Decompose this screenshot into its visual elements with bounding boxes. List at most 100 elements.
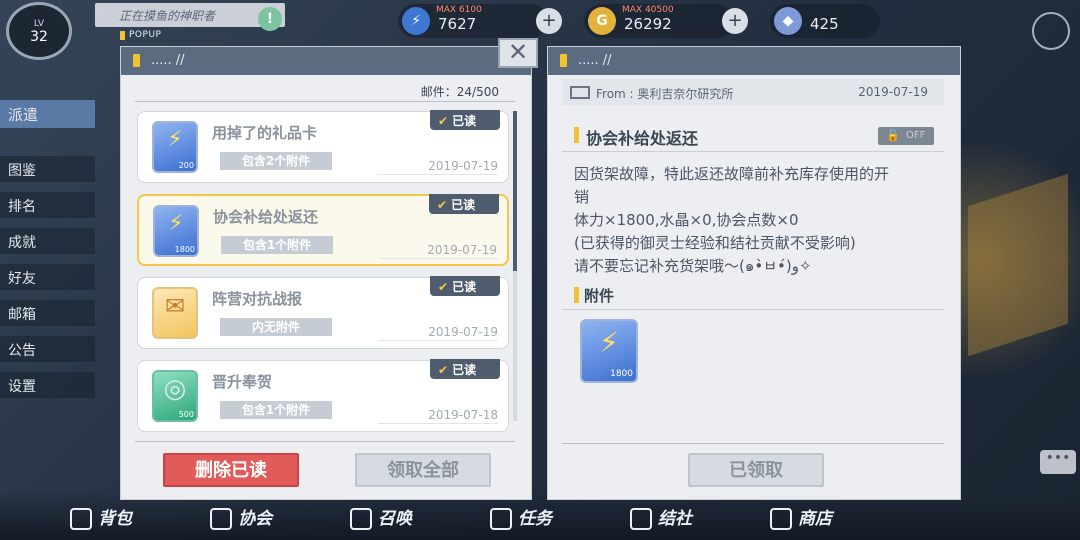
body-line: 销: [574, 188, 590, 206]
exclamation-icon[interactable]: !: [258, 7, 282, 31]
divider: [135, 101, 515, 102]
sender-bar: From : 奥利吉奈尔研究所 2019-07-19: [562, 79, 944, 105]
mail-list: ⚡ 200 用掉了的礼品卡 包含2个附件 2019-07-19 ✔ 已读 ⚡ 1800…: [137, 110, 509, 443]
read-label: 已读: [452, 363, 477, 377]
attachment-badge: 包含2个附件: [220, 152, 332, 170]
divider: [562, 443, 944, 444]
attachment-qty: 1800: [610, 369, 633, 379]
popup-tag: POPUP: [120, 30, 161, 40]
quest-icon: [490, 508, 512, 530]
item-qty: 1800: [174, 245, 195, 254]
nav-society[interactable]: 结社: [630, 504, 770, 530]
player-level-badge: LV 32: [6, 2, 72, 60]
scrollbar-thumb[interactable]: [513, 111, 517, 271]
mail-item[interactable]: ⚡ 200 用掉了的礼品卡 包含2个附件 2019-07-19 ✔ 已读: [137, 110, 509, 183]
close-button[interactable]: ✕: [498, 38, 538, 68]
item-qty: 500: [178, 410, 194, 419]
mail-item[interactable]: ✉ 阵营对抗战报 内无附件 2019-07-19 ✔ 已读: [137, 276, 509, 349]
dispatch-button[interactable]: 派遣: [0, 100, 95, 128]
attachment-badge: 包含1个附件: [221, 236, 333, 254]
divider: [562, 151, 944, 152]
mail-date: 2019-07-19: [858, 85, 928, 99]
gold-counter: G MAX 40500 26292 +: [584, 4, 748, 38]
add-stamina-button[interactable]: +: [536, 8, 562, 34]
mail-title: 晋升奉贺: [212, 373, 273, 391]
stamina-counter: ⚡ MAX 6100 7627 +: [398, 4, 562, 38]
read-tag: ✔ 已读: [430, 110, 500, 130]
level-value: 32: [30, 29, 48, 45]
divider: [378, 340, 498, 341]
stamina-potion-icon: ⚡ 1800: [153, 205, 199, 257]
body-line: (已获得的御灵士经验和结社贡献不受影响): [574, 234, 856, 252]
nav-shop[interactable]: 商店: [770, 504, 910, 530]
summon-icon: [350, 508, 372, 530]
sidebar-item-codex[interactable]: 图鉴: [0, 156, 95, 182]
mail-title: 用掉了的礼品卡: [212, 124, 318, 142]
mail-detail-panel: ..... // From : 奥利吉奈尔研究所 2019-07-19 协会补给…: [547, 46, 961, 500]
nav-quests[interactable]: 任务: [490, 504, 630, 530]
nav-summon[interactable]: 召唤: [350, 504, 490, 530]
nav-summon-label: 召唤: [378, 509, 412, 529]
sidebar-item-mailbox[interactable]: 邮箱: [0, 300, 95, 326]
nav-quests-label: 任务: [518, 509, 552, 529]
mail-title: 协会补给处返还: [213, 208, 319, 226]
attachment-badge: 内无附件: [220, 318, 332, 336]
mail-item[interactable]: ◎ 500 晋升奉贺 包含1个附件 2019-07-18 ✔ 已读: [137, 359, 509, 432]
lock-state: OFF: [906, 130, 926, 141]
level-caption: LV: [33, 19, 45, 29]
check-icon: ✔: [438, 363, 449, 377]
mail-list-header: ..... //: [121, 47, 531, 75]
nav-guild-label: 协会: [238, 509, 272, 529]
mail-body: 因货架故障，特此返还故障前补充库存使用的开 销 体力×1800,水晶×0,协会点…: [574, 163, 934, 278]
mail-date: 2019-07-19: [427, 243, 497, 257]
mail-list-panel: ..... // 邮件：24/500 ⚡ 200 用掉了的礼品卡 包含2个附件 2…: [120, 46, 532, 500]
body-line: 体力×1800,水晶×0,协会点数×0: [574, 211, 799, 229]
gold-coin-icon: G: [588, 7, 616, 35]
stamina-potion-icon: ⚡: [599, 326, 619, 359]
status-notice: 正在摸鱼的神职者: [95, 3, 285, 27]
society-icon: [630, 508, 652, 530]
divider: [378, 174, 498, 175]
nav-bag[interactable]: 背包: [70, 504, 210, 530]
crystal-value: 425: [810, 15, 839, 33]
mail-date: 2019-07-19: [428, 325, 498, 339]
nav-society-label: 结社: [658, 509, 692, 529]
body-line: 因货架故障，特此返还故障前补充库存使用的开: [574, 165, 890, 183]
delete-read-button[interactable]: 删除已读: [163, 453, 299, 487]
read-label: 已读: [451, 198, 476, 212]
more-options-button[interactable]: •••: [1040, 450, 1076, 474]
divider: [562, 309, 944, 310]
nav-guild[interactable]: 协会: [210, 504, 350, 530]
add-gold-button[interactable]: +: [722, 8, 748, 34]
attachment-badge: 包含1个附件: [220, 401, 332, 419]
divider: [135, 441, 515, 442]
sidebar-item-settings[interactable]: 设置: [0, 372, 95, 398]
mail-detail-header: ..... //: [548, 47, 960, 75]
claim-all-button[interactable]: 领取全部: [355, 453, 491, 487]
guild-icon: [210, 508, 232, 530]
read-tag: ✔ 已读: [430, 359, 500, 379]
claimed-button[interactable]: 已领取: [688, 453, 824, 487]
sidebar-item-ranking[interactable]: 排名: [0, 192, 95, 218]
stamina-max: MAX 6100: [436, 5, 482, 15]
sender: From : 奥利吉奈尔研究所: [596, 87, 734, 101]
check-icon: ✔: [437, 198, 448, 212]
mail-date: 2019-07-19: [428, 159, 498, 173]
attachment-stamina-potion[interactable]: ⚡ 1800: [580, 319, 638, 383]
read-tag: ✔ 已读: [430, 276, 500, 296]
sidebar-item-announcements[interactable]: 公告: [0, 336, 95, 362]
nav-shop-label: 商店: [798, 509, 832, 529]
divider: [379, 258, 497, 259]
gold-max: MAX 40500: [622, 5, 674, 15]
crystal-icon: ◆: [774, 7, 802, 35]
sidebar-item-achievements[interactable]: 成就: [0, 228, 95, 254]
bag-icon: [70, 508, 92, 530]
eye-icon[interactable]: [1032, 12, 1070, 50]
sidebar-item-friends[interactable]: 好友: [0, 264, 95, 290]
read-label: 已读: [452, 280, 477, 294]
envelope-icon: ✉: [152, 287, 198, 339]
stamina-value: 7627: [438, 15, 477, 33]
mail-date: 2019-07-18: [428, 408, 498, 422]
mail-item-selected[interactable]: ⚡ 1800 协会补给处返还 包含1个附件 2019-07-19 ✔ 已读: [137, 194, 509, 266]
lock-toggle[interactable]: 🔓 OFF: [878, 127, 934, 145]
